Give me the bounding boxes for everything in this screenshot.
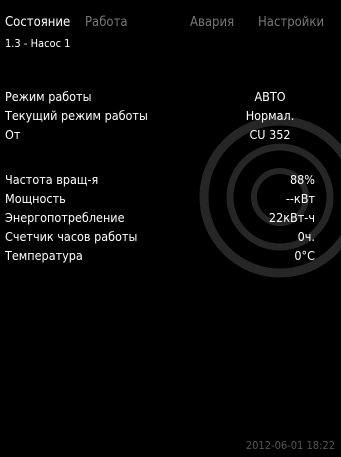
power-label: Мощность xyxy=(5,191,66,206)
current-operating-mode-value: Нормал. xyxy=(245,108,295,123)
row-operating-hours[interactable]: Счетчик часов работы 0ч. xyxy=(5,227,341,247)
menu-tabs: Состояние Работа Авария Настройки xyxy=(5,13,341,33)
source-value: CU 352 xyxy=(249,127,291,142)
row-current-operating-mode[interactable]: Текущий режим работы Нормал. xyxy=(5,106,341,126)
temperature-label: Температура xyxy=(5,248,83,263)
current-operating-mode-label: Текущий режим работы xyxy=(5,108,148,123)
row-operating-mode[interactable]: Режим работы АВТО xyxy=(5,87,341,107)
tab-status[interactable]: Состояние xyxy=(5,13,70,33)
tab-settings[interactable]: Настройки xyxy=(258,13,324,33)
source-label: От xyxy=(5,127,21,142)
tab-operation[interactable]: Работа xyxy=(85,13,128,33)
operating-hours-label: Счетчик часов работы xyxy=(5,229,138,244)
power-value: --кВт xyxy=(285,191,315,206)
temperature-value: 0°C xyxy=(294,248,315,263)
row-source[interactable]: От CU 352 xyxy=(5,125,341,145)
row-temperature[interactable]: Температура 0°C xyxy=(5,246,341,266)
speed-value: 88% xyxy=(290,172,315,187)
energy-consumption-value: 22кВт-ч xyxy=(268,210,315,225)
operating-mode-label: Режим работы xyxy=(5,89,92,104)
operating-mode-value: АВТО xyxy=(254,89,286,104)
row-energy-consumption[interactable]: Энергопотребление 22кВт-ч xyxy=(5,208,341,228)
row-speed[interactable]: Частота вращ-я 88% xyxy=(5,170,341,190)
operating-hours-value: 0ч. xyxy=(297,229,315,244)
energy-consumption-label: Энергопотребление xyxy=(5,210,125,225)
speed-label: Частота вращ-я xyxy=(5,172,99,187)
row-power[interactable]: Мощность --кВт xyxy=(5,189,341,209)
breadcrumb: 1.3 - Насос 1 xyxy=(5,37,71,50)
pump-status-screen: Состояние Работа Авария Настройки 1.3 - … xyxy=(0,0,341,457)
tab-alarm[interactable]: Авария xyxy=(190,13,234,33)
date-time-display: 2012-06-01 18:22 xyxy=(245,439,335,452)
